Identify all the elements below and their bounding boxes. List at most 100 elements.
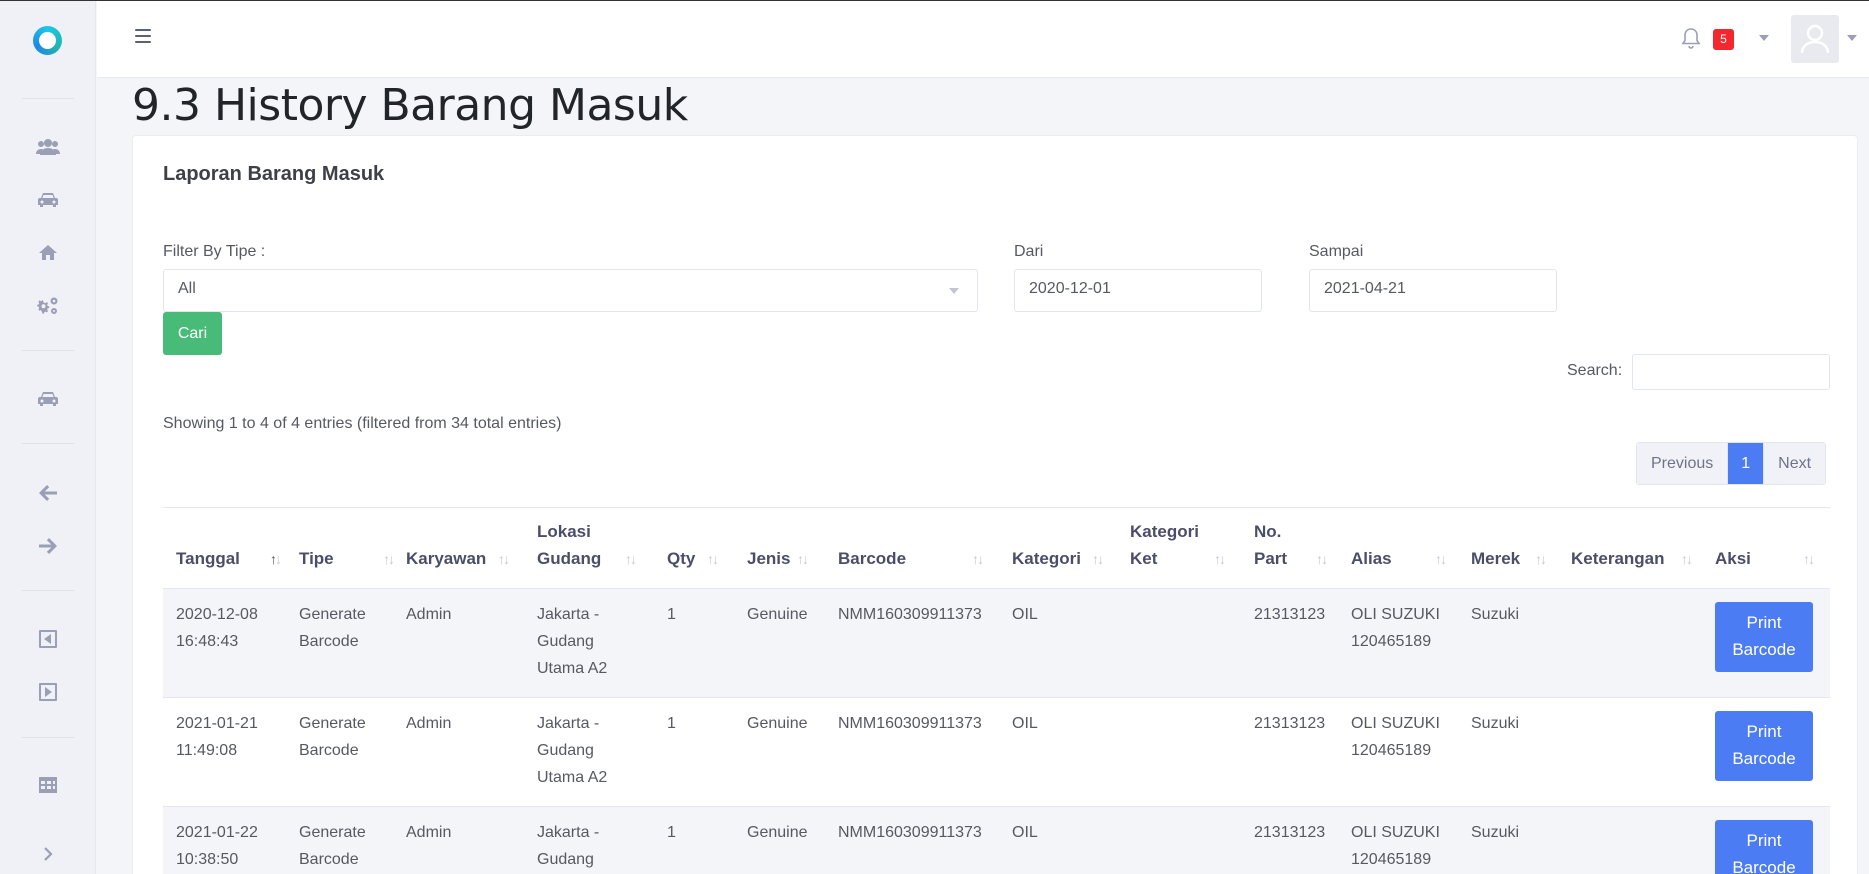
- th-label: Keterangan: [1571, 549, 1665, 568]
- search-label: Search:: [1567, 362, 1623, 379]
- menu-toggle-icon[interactable]: [135, 29, 151, 43]
- th-label: Kategori Ket: [1130, 522, 1199, 568]
- th-label: Barcode: [838, 549, 907, 568]
- sort-icon: ↑↓: [1316, 551, 1328, 567]
- cogs-icon[interactable]: [36, 294, 60, 318]
- th-no-part[interactable]: No. Part ↑↓: [1254, 508, 1334, 589]
- cell-barcode: NMM160309911373: [838, 824, 982, 841]
- cell-no-part: 21313123: [1254, 824, 1326, 841]
- cell-merek: Suzuki: [1471, 606, 1520, 623]
- sampai-date-input[interactable]: 2021-04-21: [1309, 269, 1557, 312]
- sampai-label: Sampai: [1309, 243, 1364, 260]
- caret-square-left-icon[interactable]: [36, 627, 60, 651]
- arrow-left-icon[interactable]: [36, 481, 60, 505]
- th-kategori[interactable]: Kategori ↑↓: [1012, 508, 1108, 589]
- th-lokasi-gudang[interactable]: Lokasi Gudang ↑↓: [537, 508, 647, 589]
- cell-karyawan: Admin: [406, 824, 452, 841]
- avatar[interactable]: [1791, 15, 1839, 63]
- cell-tanggal: 2021-01-22 10:38:50: [176, 824, 258, 868]
- print-barcode-button[interactable]: Print Barcode: [1715, 820, 1813, 874]
- cell-jenis: Genuine: [747, 824, 808, 841]
- sidebar-divider: [22, 443, 74, 444]
- car-icon[interactable]: [36, 387, 60, 411]
- cell-merek: Suzuki: [1471, 715, 1520, 732]
- page-title: 9.3 History Barang Masuk: [132, 80, 688, 131]
- notification-badge[interactable]: 5: [1713, 29, 1734, 50]
- sort-icon: ↑↓: [625, 551, 637, 567]
- cell-kategori: OIL: [1012, 715, 1038, 732]
- page-button-1[interactable]: 1: [1728, 443, 1764, 484]
- sidebar-divider: [22, 590, 74, 591]
- print-barcode-button[interactable]: Print Barcode: [1715, 711, 1813, 781]
- cell-jenis: Genuine: [747, 606, 808, 623]
- pagination: Previous 1 Next: [1636, 442, 1827, 485]
- cell-tipe: Generate Barcode: [299, 824, 366, 868]
- th-aksi[interactable]: Aksi ↑↓: [1715, 508, 1825, 589]
- cari-button[interactable]: Cari: [163, 312, 222, 355]
- th-kategori-ket[interactable]: Kategori Ket ↑↓: [1130, 508, 1230, 589]
- home-icon[interactable]: [36, 241, 60, 265]
- cell-barcode: NMM160309911373: [838, 606, 982, 623]
- chevron-right-icon[interactable]: [36, 842, 60, 866]
- filter-tipe-select[interactable]: All: [163, 269, 978, 312]
- table-icon[interactable]: [36, 773, 60, 797]
- th-keterangan[interactable]: Keterangan ↑↓: [1571, 508, 1701, 589]
- th-tipe[interactable]: Tipe ↑↓: [299, 508, 403, 589]
- table-header: Tanggal ↑↓ Tipe ↑↓ Karyawan ↑↓ Lokasi Gudan…: [163, 508, 1830, 589]
- search-input[interactable]: [1632, 354, 1830, 390]
- th-tanggal[interactable]: Tanggal ↑↓: [176, 508, 284, 589]
- cell-merek: Suzuki: [1471, 824, 1520, 841]
- sort-icon: ↑↓: [1681, 551, 1693, 567]
- cell-tipe: Generate Barcode: [299, 606, 366, 650]
- play-square-icon[interactable]: [36, 680, 60, 704]
- filter-tipe-label: Filter By Tipe :: [163, 243, 266, 260]
- sidebar-divider: [22, 98, 74, 99]
- th-barcode[interactable]: Barcode ↑↓: [838, 508, 994, 589]
- cell-alias: OLI SUZUKI 120465189: [1351, 715, 1440, 759]
- next-button[interactable]: Next: [1763, 443, 1826, 484]
- th-qty[interactable]: Qty ↑↓: [667, 508, 733, 589]
- th-label: Kategori: [1012, 549, 1081, 568]
- sort-asc-icon: ↑↓: [270, 551, 282, 567]
- card-title: Laporan Barang Masuk: [163, 163, 385, 185]
- th-label: Lokasi Gudang: [537, 522, 602, 568]
- table-row: 2021-01-22 10:38:50 Generate Barcode Adm…: [163, 807, 1830, 874]
- filter-tipe-value: All: [178, 280, 196, 297]
- sort-icon: ↑↓: [498, 551, 510, 567]
- cell-tipe: Generate Barcode: [299, 715, 366, 759]
- cell-alias: OLI SUZUKI 120465189: [1351, 606, 1440, 650]
- arrow-right-icon[interactable]: [36, 534, 60, 558]
- cell-kategori: OIL: [1012, 824, 1038, 841]
- cell-lokasi: Jakarta - Gudang Utama A2: [537, 606, 608, 677]
- dari-date-input[interactable]: 2020-12-01: [1014, 269, 1262, 312]
- th-label: Merek: [1471, 549, 1521, 568]
- cell-jenis: Genuine: [747, 715, 808, 732]
- th-karyawan[interactable]: Karyawan ↑↓: [406, 508, 524, 589]
- th-alias[interactable]: Alias ↑↓: [1351, 508, 1451, 589]
- cell-tanggal: 2021-01-21 11:49:08: [176, 715, 258, 759]
- sort-icon: ↑↓: [707, 551, 719, 567]
- sort-icon: ↑↓: [1092, 551, 1104, 567]
- sort-icon: ↑↓: [972, 551, 984, 567]
- cell-qty: 1: [667, 606, 676, 623]
- cell-barcode: NMM160309911373: [838, 715, 982, 732]
- chevron-down-icon: [949, 288, 959, 294]
- th-label: Alias: [1351, 549, 1392, 568]
- table-row: 2020-12-08 16:48:43 Generate Barcode Adm…: [163, 589, 1830, 698]
- cell-lokasi: Jakarta - Gudang Utama A2: [537, 715, 608, 786]
- th-merek[interactable]: Merek ↑↓: [1471, 508, 1555, 589]
- logo[interactable]: [33, 26, 62, 55]
- chevron-down-icon[interactable]: [1759, 35, 1769, 41]
- cell-qty: 1: [667, 715, 676, 732]
- th-jenis[interactable]: Jenis ↑↓: [747, 508, 827, 589]
- users-icon[interactable]: [36, 135, 60, 159]
- previous-button[interactable]: Previous: [1637, 443, 1729, 484]
- car-icon[interactable]: [36, 188, 60, 212]
- data-table: Tanggal ↑↓ Tipe ↑↓ Karyawan ↑↓ Lokasi Gudan…: [163, 507, 1830, 874]
- th-label: Tanggal: [176, 549, 240, 568]
- bell-icon[interactable]: [1681, 27, 1701, 49]
- sidebar-divider: [22, 350, 74, 351]
- chevron-down-icon[interactable]: [1847, 35, 1857, 41]
- print-barcode-button[interactable]: Print Barcode: [1715, 602, 1813, 672]
- cell-alias: OLI SUZUKI 120465189: [1351, 824, 1440, 868]
